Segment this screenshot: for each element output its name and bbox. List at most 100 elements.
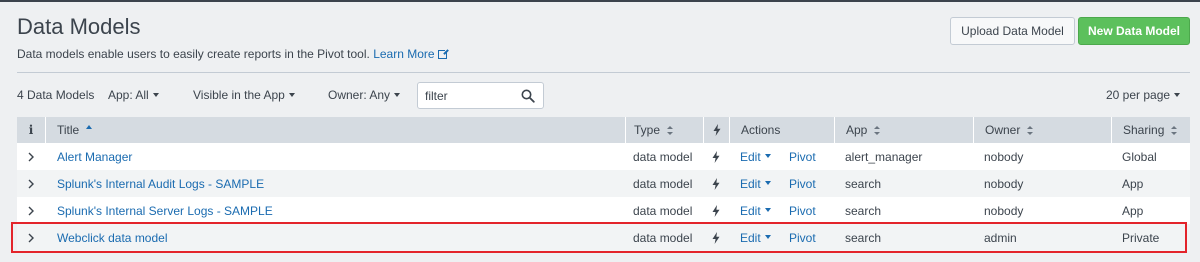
caret-down-icon — [764, 207, 771, 212]
owner-cell: admin — [984, 230, 1017, 245]
sharing-cell: Private — [1122, 230, 1160, 245]
title-column-header[interactable]: Title — [45, 117, 641, 143]
sort-icon — [874, 125, 881, 135]
chevron-right-icon — [28, 206, 34, 215]
edit-dropdown[interactable]: Edit — [740, 143, 771, 170]
expand-row-toggle[interactable] — [17, 143, 45, 170]
learn-more-link[interactable]: Learn More — [373, 47, 449, 61]
lightning-icon — [712, 150, 720, 163]
caret-down-icon — [288, 92, 295, 97]
type-cell: data model — [633, 149, 693, 164]
caret-down-icon — [394, 92, 401, 97]
caret-down-icon — [1174, 92, 1181, 97]
lightning-icon — [712, 177, 720, 190]
app-filter-dropdown[interactable]: App: All — [108, 88, 159, 102]
expand-row-toggle[interactable] — [17, 197, 45, 224]
owner-cell: nobody — [984, 176, 1024, 191]
page-title: Data Models — [17, 14, 141, 39]
table-row: Splunk's Internal Server Logs - SAMPLE d… — [17, 197, 1190, 224]
description-text: Data models enable users to easily creat… — [17, 47, 370, 61]
lightning-column-header — [703, 117, 729, 143]
header-divider — [17, 72, 1190, 73]
sharing-header-label: Sharing — [1123, 123, 1165, 137]
external-link-icon — [437, 48, 449, 59]
lightning-icon — [712, 204, 720, 217]
caret-down-icon — [764, 234, 771, 239]
sort-icon — [1027, 125, 1034, 135]
per-page-dropdown[interactable]: 20 per page — [1106, 88, 1181, 102]
search-icon[interactable] — [521, 89, 535, 103]
app-cell: search — [845, 203, 882, 218]
accelerated-indicator — [712, 143, 720, 170]
owner-filter-dropdown[interactable]: Owner: Any — [328, 88, 401, 102]
table-row: Webclick data model data model Edit Pivo… — [17, 224, 1190, 251]
app-cell: alert_manager — [845, 149, 923, 164]
type-cell: data model — [633, 176, 693, 191]
app-cell: search — [845, 230, 882, 245]
lightning-icon — [712, 231, 720, 244]
sharing-cell: App — [1122, 176, 1144, 191]
chevron-right-icon — [28, 179, 34, 188]
visible-filter-label: Visible in the App — [193, 88, 285, 102]
data-model-title-link[interactable]: Splunk's Internal Audit Logs - SAMPLE — [57, 170, 264, 197]
chevron-right-icon — [28, 233, 34, 242]
table-row: Alert Manager data model Edit Pivot aler… — [17, 143, 1190, 170]
data-model-title-link[interactable]: Webclick data model — [57, 224, 168, 251]
chevron-right-icon — [28, 152, 34, 161]
sharing-column-header[interactable]: Sharing — [1111, 117, 1190, 143]
info-column-header: i — [28, 123, 34, 137]
filter-input[interactable] — [418, 83, 513, 108]
pivot-link[interactable]: Pivot — [789, 224, 816, 251]
type-column-header[interactable]: Type — [625, 117, 711, 143]
sharing-cell: Global — [1122, 149, 1157, 164]
type-cell: data model — [633, 230, 693, 245]
sharing-cell: App — [1122, 203, 1144, 218]
app-cell: search — [845, 176, 882, 191]
owner-filter-label: Owner: Any — [328, 88, 391, 102]
accelerated-indicator — [712, 224, 720, 251]
actions-column-header: Actions — [729, 117, 834, 143]
sort-icon — [667, 125, 674, 135]
edit-label: Edit — [740, 176, 761, 191]
title-header-label: Title — [57, 123, 80, 137]
app-header-label: App — [846, 123, 868, 137]
new-data-model-button[interactable]: New Data Model — [1078, 17, 1190, 45]
edit-dropdown[interactable]: Edit — [740, 170, 771, 197]
filter-box — [417, 82, 544, 109]
table-header: i Title Type Actions App Owner Sharing — [17, 117, 1190, 143]
data-model-title-link[interactable]: Alert Manager — [57, 143, 132, 170]
accelerated-indicator — [712, 170, 720, 197]
owner-cell: nobody — [984, 149, 1024, 164]
sort-icon — [1171, 125, 1178, 135]
type-header-label: Type — [634, 123, 661, 137]
app-column-header[interactable]: App — [834, 117, 973, 143]
owner-column-header[interactable]: Owner — [973, 117, 1112, 143]
pivot-link[interactable]: Pivot — [789, 143, 816, 170]
sort-ascending-icon — [86, 125, 93, 129]
accelerated-indicator — [712, 197, 720, 224]
edit-label: Edit — [740, 149, 761, 164]
data-model-title-link[interactable]: Splunk's Internal Server Logs - SAMPLE — [57, 197, 273, 224]
learn-more-label: Learn More — [373, 47, 435, 61]
pivot-link[interactable]: Pivot — [789, 170, 816, 197]
edit-dropdown[interactable]: Edit — [740, 224, 771, 251]
data-models-table: i Title Type Actions App Owner Sharing A… — [17, 117, 1190, 251]
caret-down-icon — [152, 92, 159, 97]
edit-dropdown[interactable]: Edit — [740, 197, 771, 224]
visible-filter-dropdown[interactable]: Visible in the App — [193, 88, 295, 102]
owner-cell: nobody — [984, 203, 1024, 218]
page-description: Data models enable users to easily creat… — [17, 47, 449, 61]
top-border — [0, 0, 1200, 2]
toolbar: 4 Data Models App: All Visible in the Ap… — [0, 80, 1200, 110]
lightning-icon — [713, 124, 720, 136]
upload-data-model-button[interactable]: Upload Data Model — [950, 17, 1075, 45]
caret-down-icon — [764, 153, 771, 158]
pivot-link[interactable]: Pivot — [789, 197, 816, 224]
type-cell: data model — [633, 203, 693, 218]
table-row: Splunk's Internal Audit Logs - SAMPLE da… — [17, 170, 1190, 197]
expand-row-toggle[interactable] — [17, 170, 45, 197]
expand-row-toggle[interactable] — [17, 224, 45, 251]
app-filter-label: App: All — [108, 88, 149, 102]
edit-label: Edit — [740, 203, 761, 218]
per-page-label: 20 per page — [1106, 88, 1171, 102]
